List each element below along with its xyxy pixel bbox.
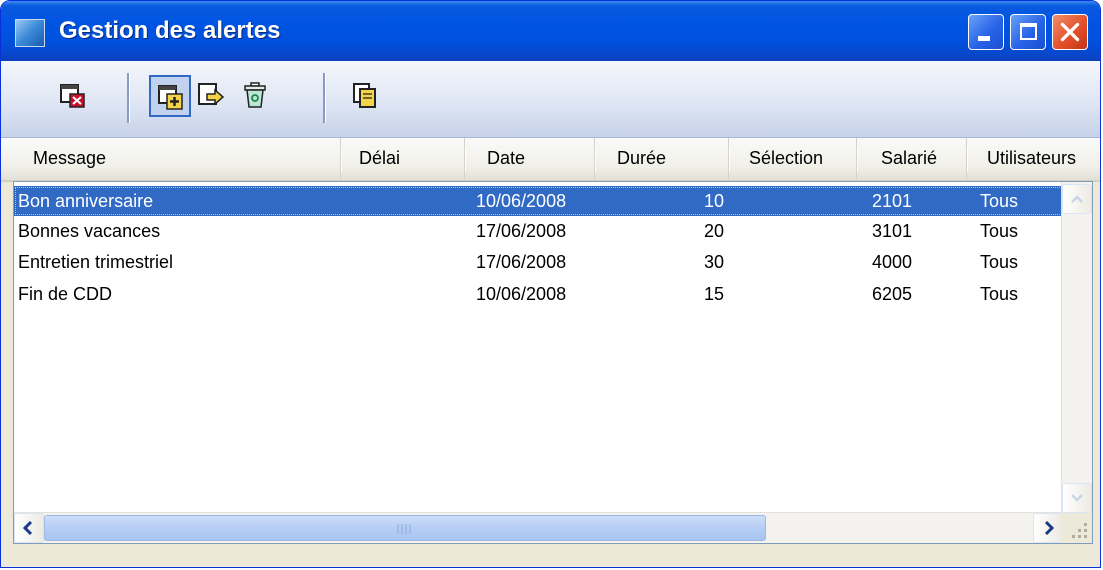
grip-lines-icon: [397, 524, 411, 534]
close-alerts-button[interactable]: [53, 75, 95, 117]
cell-message: Bonnes vacances: [18, 221, 161, 241]
column-header-selection[interactable]: Sélection: [729, 138, 858, 180]
window-title: Gestion des alertes: [59, 17, 281, 44]
scroll-right-button[interactable]: [1033, 513, 1063, 543]
minimize-button[interactable]: [968, 14, 1004, 50]
cell-utilisateurs: Tous: [980, 221, 1019, 241]
window-add-icon: [158, 85, 183, 110]
recycle-bin-icon: [244, 82, 266, 108]
horizontal-scrollbar[interactable]: [14, 512, 1063, 543]
table-row[interactable]: Bonnes vacances 17/06/2008 20 3101 Tous: [14, 216, 1063, 246]
cell-message: Bon anniversaire: [18, 191, 154, 211]
cell-utilisateurs: Tous: [980, 191, 1019, 211]
cell-date: 17/06/2008: [476, 221, 567, 241]
chevron-left-icon: [22, 520, 33, 536]
table-row[interactable]: Fin de CDD 10/06/2008 15 6205 Tous: [14, 279, 1063, 309]
chevron-down-icon: [1071, 494, 1083, 502]
alerts-window: Gestion des alertes Message Délai Date D…: [0, 0, 1101, 568]
toolbar-separator: [127, 73, 130, 123]
cell-duree: 10: [704, 191, 725, 211]
resize-grip[interactable]: [1062, 513, 1092, 543]
vertical-scrollbar[interactable]: [1061, 182, 1092, 515]
window-close-icon: [60, 84, 85, 108]
table-row[interactable]: Bon anniversaire 10/06/2008 10 2101 Tous: [14, 186, 1063, 216]
close-icon: [1060, 22, 1080, 42]
cell-salarie: 4000: [872, 252, 913, 272]
close-button[interactable]: [1052, 14, 1088, 50]
cell-message: Entretien trimestriel: [18, 252, 174, 272]
scroll-left-button[interactable]: [14, 513, 44, 543]
cell-date: 10/06/2008: [476, 191, 567, 211]
document-copy-icon: [353, 83, 376, 108]
cell-duree: 30: [704, 252, 725, 272]
minimize-icon: [978, 36, 990, 41]
cell-message: Fin de CDD: [18, 284, 113, 304]
cell-date: 17/06/2008: [476, 252, 567, 272]
maximize-icon: [1020, 23, 1037, 40]
cell-salarie: 6205: [872, 284, 913, 304]
toolbar: [1, 61, 1100, 138]
cell-utilisateurs: Tous: [980, 284, 1019, 304]
title-bar[interactable]: Gestion des alertes: [1, 1, 1100, 61]
column-header-message[interactable]: Message: [19, 138, 342, 180]
copy-alert-button[interactable]: [345, 75, 387, 117]
column-header-salarie[interactable]: Salarié: [857, 138, 968, 180]
table-row[interactable]: Entretien trimestriel 17/06/2008 30 4000…: [14, 247, 1063, 277]
resize-grip-icon: [1072, 523, 1087, 538]
column-header-delai[interactable]: Délai: [341, 138, 466, 180]
column-header-utilisateurs[interactable]: Utilisateurs: [967, 138, 1100, 180]
cell-salarie: 2101: [872, 191, 913, 211]
horizontal-scroll-thumb[interactable]: [44, 515, 766, 541]
cell-salarie: 3101: [872, 221, 913, 241]
chevron-up-icon: [1071, 195, 1083, 203]
cell-duree: 15: [704, 284, 725, 304]
edit-alert-button[interactable]: [191, 75, 233, 117]
cell-duree: 20: [704, 221, 725, 241]
column-header-row: Message Délai Date Durée Sélection Salar…: [1, 138, 1100, 182]
maximize-button[interactable]: [1010, 14, 1046, 50]
scroll-up-button[interactable]: [1062, 184, 1092, 214]
cell-date: 10/06/2008: [476, 284, 567, 304]
scroll-down-button[interactable]: [1062, 483, 1092, 513]
chevron-right-icon: [1044, 520, 1055, 536]
cell-utilisateurs: Tous: [980, 252, 1019, 272]
column-header-date[interactable]: Date: [465, 138, 596, 180]
column-header-duree[interactable]: Durée: [595, 138, 730, 180]
alerts-list[interactable]: Bon anniversaire 10/06/2008 10 2101 Tous…: [13, 181, 1093, 544]
delete-alert-button[interactable]: [235, 75, 277, 117]
edit-arrow-icon: [198, 83, 225, 106]
add-alert-button[interactable]: [149, 75, 191, 117]
toolbar-separator: [323, 73, 326, 123]
window-app-icon: [15, 19, 45, 47]
